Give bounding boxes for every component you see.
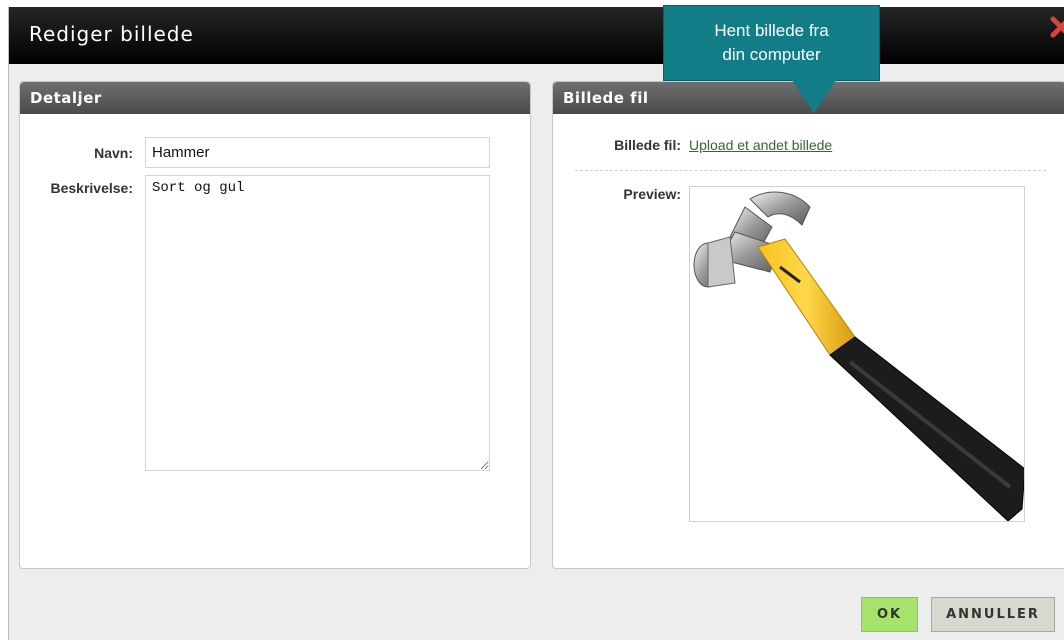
dialog-titlebar: Rediger billede bbox=[9, 7, 1064, 64]
tooltip-arrow bbox=[792, 80, 836, 113]
upload-tooltip: Hent billede fra din computer bbox=[663, 5, 880, 81]
name-label: Navn: bbox=[94, 145, 133, 161]
section-divider bbox=[575, 170, 1046, 171]
ok-button[interactable]: OK bbox=[861, 597, 918, 632]
hammer-image bbox=[693, 191, 1026, 522]
close-icon[interactable] bbox=[1049, 15, 1064, 39]
preview-label: Preview: bbox=[623, 186, 681, 202]
tooltip-line-2: din computer bbox=[722, 45, 821, 64]
image-file-label: Billede fil: bbox=[614, 137, 681, 153]
image-file-panel: Billede fil Billede fil: Upload et andet… bbox=[552, 81, 1064, 569]
details-panel-header: Detaljer bbox=[20, 82, 530, 114]
dialog-title: Rediger billede bbox=[29, 22, 194, 46]
tooltip-line-1: Hent billede fra bbox=[714, 21, 829, 40]
upload-image-link[interactable]: Upload et andet billede bbox=[689, 137, 832, 153]
description-label: Beskrivelse: bbox=[50, 180, 133, 196]
image-preview bbox=[689, 186, 1026, 522]
edit-image-dialog: Rediger billede Detaljer Navn: Beskrivel… bbox=[8, 7, 1064, 640]
details-panel: Detaljer Navn: Beskrivelse: Sort og gul bbox=[19, 81, 531, 569]
description-textarea[interactable]: Sort og gul bbox=[145, 175, 490, 471]
cancel-button[interactable]: ANNULLER bbox=[931, 597, 1055, 632]
name-input[interactable] bbox=[145, 137, 490, 168]
